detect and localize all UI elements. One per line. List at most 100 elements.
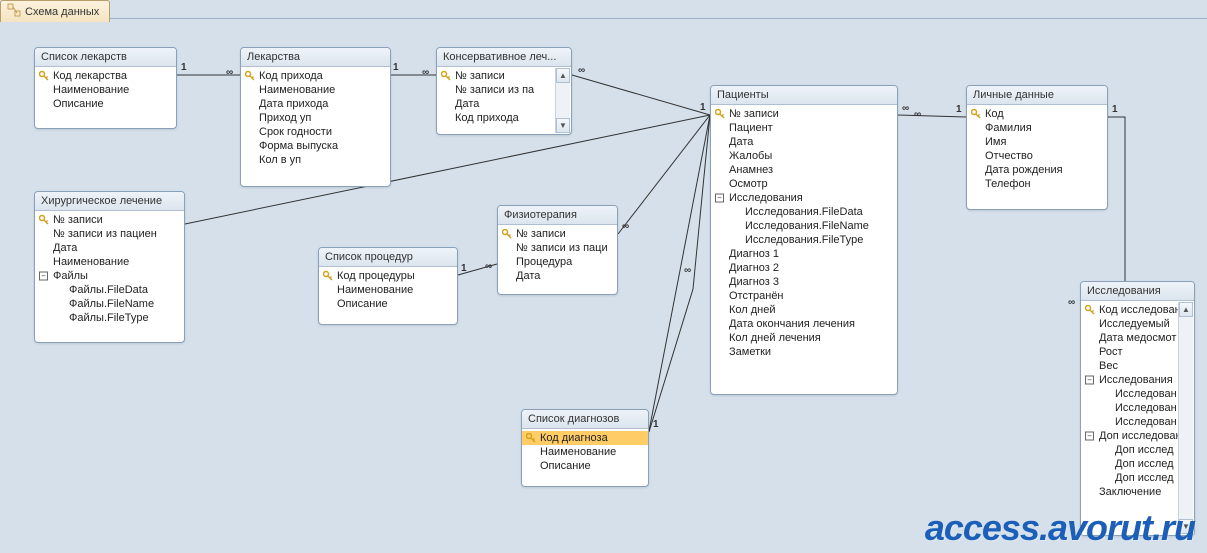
field-row[interactable]: Дата окончания лечения xyxy=(711,317,897,331)
field-row[interactable]: № записи из пациен xyxy=(35,227,184,241)
table-title[interactable]: Список процедур xyxy=(319,248,457,267)
field-row[interactable]: Доп исслед xyxy=(1081,457,1179,471)
field-row[interactable]: Файлы.FileData xyxy=(35,283,184,297)
field-row[interactable]: Фамилия xyxy=(967,121,1107,135)
field-row[interactable]: № записи xyxy=(437,69,571,83)
field-row[interactable]: Описание xyxy=(522,459,648,473)
field-row[interactable]: Код диагноза xyxy=(522,431,648,445)
field-row[interactable]: Код исследован xyxy=(1081,303,1179,317)
table-conserv[interactable]: Консервативное леч... № записи № записи … xyxy=(436,47,572,135)
table-proclist[interactable]: Список процедур Код процедуры Наименован… xyxy=(318,247,458,325)
table-title[interactable]: Список лекарств xyxy=(35,48,176,67)
field-row[interactable]: Описание xyxy=(35,97,176,111)
field-row[interactable]: Имя xyxy=(967,135,1107,149)
field-row[interactable]: Диагноз 1 xyxy=(711,247,897,261)
table-title[interactable]: Список диагнозов xyxy=(522,410,648,429)
field-row[interactable]: −Файлы xyxy=(35,269,184,283)
field-row[interactable]: Пациент xyxy=(711,121,897,135)
field-row[interactable]: Дата xyxy=(498,269,617,283)
scrollbar-track[interactable] xyxy=(556,83,570,118)
collapse-icon[interactable]: − xyxy=(1085,432,1094,441)
table-research[interactable]: Исследования Код исследован Исследуемый … xyxy=(1080,281,1195,536)
field-row[interactable]: Кол дней лечения xyxy=(711,331,897,345)
field-row[interactable]: Дата xyxy=(711,135,897,149)
scrollbar[interactable]: ▲ ▼ xyxy=(555,68,570,133)
field-row[interactable]: Файлы.FileName xyxy=(35,297,184,311)
field-row[interactable]: Отчество xyxy=(967,149,1107,163)
field-row[interactable]: Код xyxy=(967,107,1107,121)
field-row[interactable]: Код процедуры xyxy=(319,269,457,283)
field-row[interactable]: Заключение xyxy=(1081,485,1179,499)
field-row[interactable]: Форма выпуска xyxy=(241,139,390,153)
field-row[interactable]: −Доп исследован xyxy=(1081,429,1179,443)
field-row[interactable]: Диагноз 2 xyxy=(711,261,897,275)
field-row[interactable]: Вес xyxy=(1081,359,1179,373)
field-row[interactable]: Наименование xyxy=(35,255,184,269)
field-row[interactable]: Файлы.FileType xyxy=(35,311,184,325)
table-meds[interactable]: Лекарства Код прихода Наименование Дата … xyxy=(240,47,391,187)
field-row[interactable]: Приход уп xyxy=(241,111,390,125)
collapse-icon[interactable]: − xyxy=(39,272,48,281)
field-row[interactable]: № записи xyxy=(35,213,184,227)
field-row[interactable]: −Исследования xyxy=(711,191,897,205)
table-title[interactable]: Лекарства xyxy=(241,48,390,67)
table-surg[interactable]: Хирургическое лечение № записи № записи … xyxy=(34,191,185,343)
field-row[interactable]: Отстранён xyxy=(711,289,897,303)
scroll-up-icon[interactable]: ▲ xyxy=(1179,302,1193,317)
field-row[interactable]: Дата xyxy=(35,241,184,255)
field-row[interactable]: Анамнез xyxy=(711,163,897,177)
field-row[interactable]: № записи из па xyxy=(437,83,571,97)
field-row[interactable]: Доп исслед xyxy=(1081,443,1179,457)
field-row[interactable]: № записи xyxy=(498,227,617,241)
table-title[interactable]: Исследования xyxy=(1081,282,1194,301)
field-row[interactable]: Код прихода xyxy=(241,69,390,83)
field-row[interactable]: Телефон xyxy=(967,177,1107,191)
field-row[interactable]: Исследован xyxy=(1081,387,1179,401)
field-row[interactable]: Срок годности xyxy=(241,125,390,139)
table-title[interactable]: Личные данные xyxy=(967,86,1107,105)
table-patients[interactable]: Пациенты № записи Пациент Дата Жалобы Ан… xyxy=(710,85,898,395)
collapse-icon[interactable]: − xyxy=(715,194,724,203)
field-row[interactable]: Исследован xyxy=(1081,415,1179,429)
field-row[interactable]: Исследуемый xyxy=(1081,317,1179,331)
field-row[interactable]: Код прихода xyxy=(437,111,571,125)
scrollbar-track[interactable] xyxy=(1179,317,1193,519)
table-diaglist[interactable]: Список диагнозов Код диагноза Наименован… xyxy=(521,409,649,487)
field-row[interactable]: Заметки xyxy=(711,345,897,359)
field-row[interactable]: Исследования.FileName xyxy=(711,219,897,233)
document-tab[interactable]: Схема данных xyxy=(0,0,110,22)
relationships-canvas[interactable]: 1 ∞ 1 ∞ ∞ 1 ∞ ∞ 1 ∞ 1 ∞ ∞ 1 1 ∞ Список л… xyxy=(0,18,1207,553)
scroll-up-icon[interactable]: ▲ xyxy=(556,68,570,83)
field-row[interactable]: Дата рождения xyxy=(967,163,1107,177)
field-row[interactable]: Кол дней xyxy=(711,303,897,317)
collapse-icon[interactable]: − xyxy=(1085,376,1094,385)
field-row[interactable]: Дата xyxy=(437,97,571,111)
table-physio[interactable]: Физиотерапия № записи № записи из паци П… xyxy=(497,205,618,295)
field-row[interactable]: Кол в уп xyxy=(241,153,390,167)
field-row[interactable]: −Исследования xyxy=(1081,373,1179,387)
field-row[interactable]: Наименование xyxy=(241,83,390,97)
field-row[interactable]: Описание xyxy=(319,297,457,311)
field-row[interactable]: Диагноз 3 xyxy=(711,275,897,289)
field-row[interactable]: Процедура xyxy=(498,255,617,269)
field-row[interactable]: Исследован xyxy=(1081,401,1179,415)
table-title[interactable]: Пациенты xyxy=(711,86,897,105)
field-row[interactable]: Наименование xyxy=(35,83,176,97)
field-row[interactable]: Наименование xyxy=(522,445,648,459)
field-row[interactable]: Дата медосмот xyxy=(1081,331,1179,345)
field-row[interactable]: № записи из паци xyxy=(498,241,617,255)
scroll-down-icon[interactable]: ▼ xyxy=(556,118,570,133)
field-row[interactable]: Дата прихода xyxy=(241,97,390,111)
table-personal[interactable]: Личные данные Код Фамилия Имя Отчество Д… xyxy=(966,85,1108,210)
field-row[interactable]: № записи xyxy=(711,107,897,121)
scrollbar[interactable]: ▲ ▼ xyxy=(1178,302,1193,534)
field-row[interactable]: Исследования.FileData xyxy=(711,205,897,219)
field-row[interactable]: Доп исслед xyxy=(1081,471,1179,485)
field-row[interactable]: Исследования.FileType xyxy=(711,233,897,247)
field-row[interactable]: Наименование xyxy=(319,283,457,297)
table-medlist[interactable]: Список лекарств Код лекарства Наименован… xyxy=(34,47,177,129)
field-row[interactable]: Осмотр xyxy=(711,177,897,191)
table-title[interactable]: Хирургическое лечение xyxy=(35,192,184,211)
table-title[interactable]: Консервативное леч... xyxy=(437,48,571,67)
field-row[interactable]: Жалобы xyxy=(711,149,897,163)
